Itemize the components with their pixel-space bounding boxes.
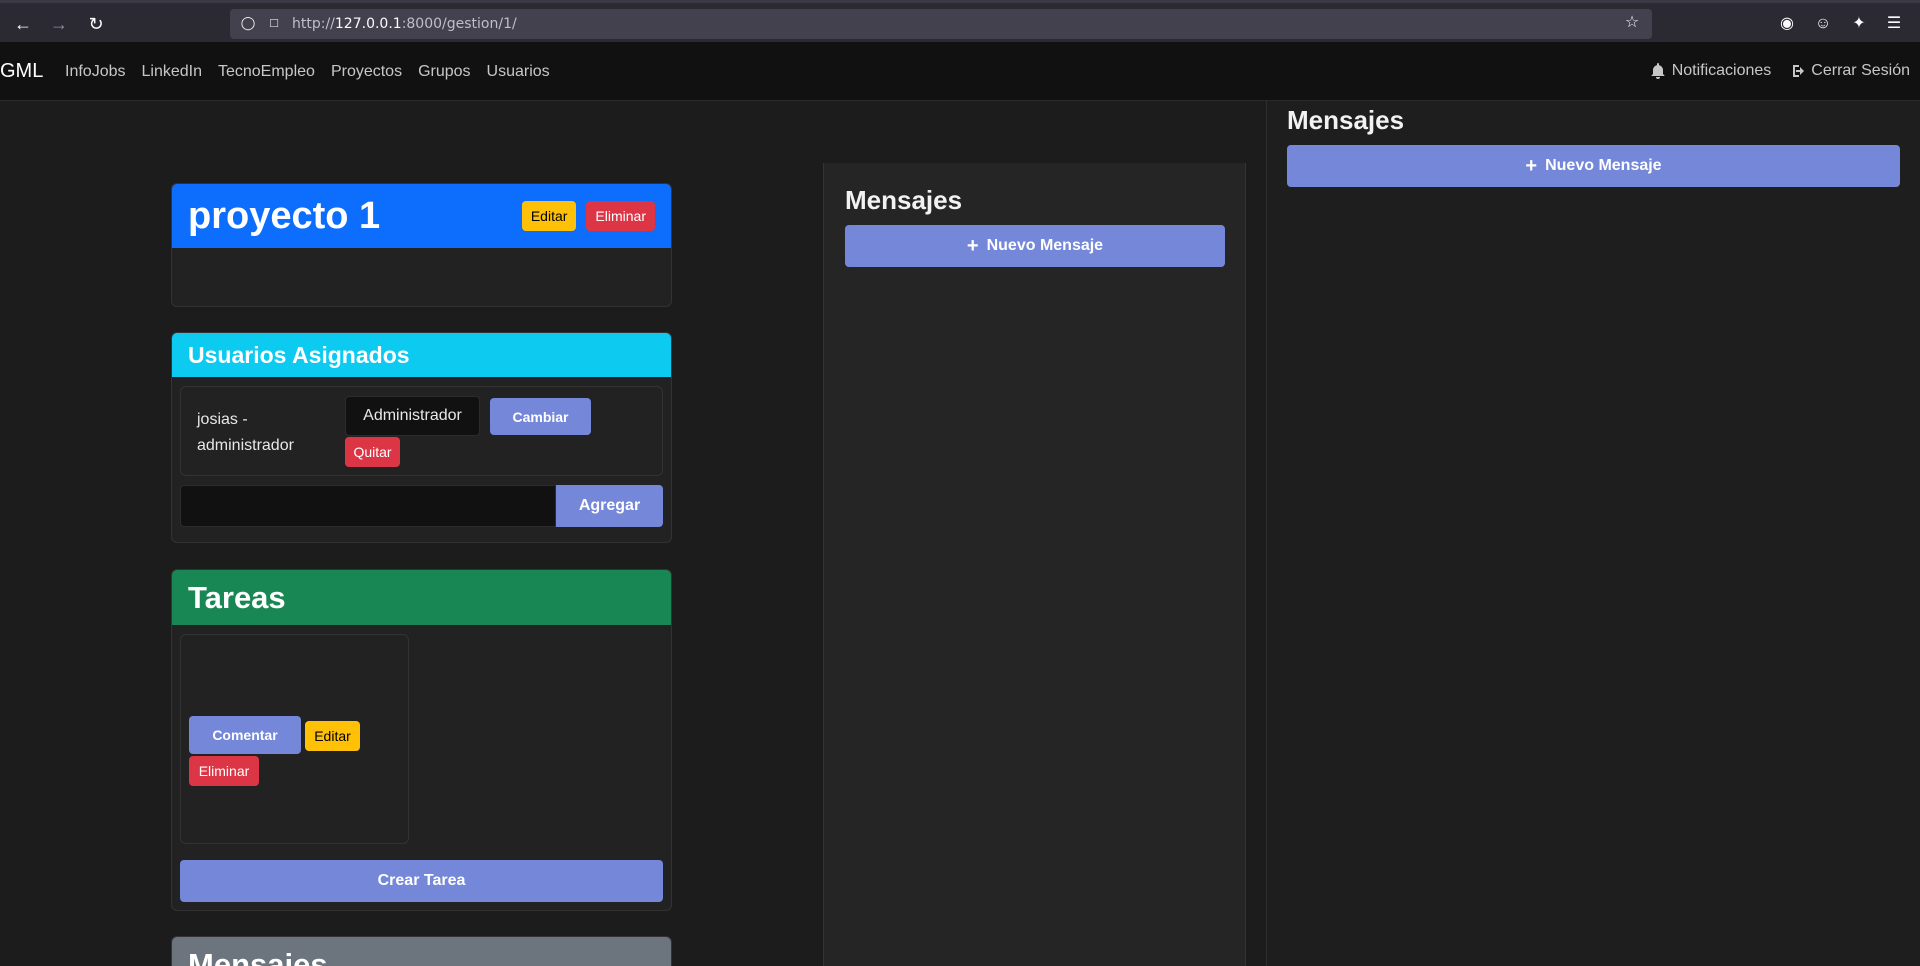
user-name: josias - administrador [197,411,294,454]
edit-task-button[interactable]: Editar [305,721,360,751]
add-user-button[interactable]: Agregar [556,485,663,527]
address-bar[interactable]: ◯ □ http://127.0.0.1:8000/gestion/1/ ☆ [230,9,1652,39]
mid-new-message-button[interactable]: + Nuevo Mensaje [845,225,1225,267]
url-path: :8000/gestion/1/ [401,16,517,32]
add-user-row: Agregar [180,485,663,527]
project-title: proyecto 1 [188,194,381,237]
url-host: 127.0.0.1 [334,16,402,32]
messages-card: Mensajes [171,936,672,966]
assigned-users-card: Usuarios Asignados josias - administrado… [171,332,672,543]
messages-card-title: Mensajes [188,947,328,966]
account-icon[interactable]: ☺ [1813,14,1833,34]
add-user-input[interactable] [180,485,556,527]
nav-link-grupos[interactable]: Grupos [418,63,470,81]
create-task-button[interactable]: Crear Tarea [180,860,663,902]
browser-toolbar: ← → ↻ ◯ □ http://127.0.0.1:8000/gestion/… [0,0,1920,42]
change-role-button[interactable]: Cambiar [490,398,591,435]
nav-link-infojobs[interactable]: InfoJobs [65,63,125,81]
nav-link-usuarios[interactable]: Usuarios [487,63,550,81]
logout-link[interactable]: Cerrar Sesión [1789,62,1910,80]
project-card-header: proyecto 1 Editar Eliminar [172,184,671,248]
tasks-header: Tareas [172,570,671,625]
mid-panel-title: Mensajes [845,185,963,215]
delete-task-button[interactable]: Eliminar [189,756,259,786]
delete-project-button[interactable]: Eliminar [586,201,655,231]
nav-link-linkedin[interactable]: LinkedIn [141,63,202,81]
shield-icon[interactable]: ◯ [240,15,256,31]
notifications-label: Notificaciones [1671,62,1772,79]
right-panel-title: Mensajes [1287,105,1405,135]
remove-user-button[interactable]: Quitar [345,437,400,467]
mid-messages-panel: Mensajes + Nuevo Mensaje [823,163,1246,966]
url-scheme: http:// [292,16,335,32]
edit-project-button[interactable]: Editar [521,201,577,231]
nav-right: Notificaciones Cerrar Sesión [1650,62,1910,80]
site-navbar: GML InfoJobs LinkedIn TecnoEmpleo Proyec… [0,42,1920,101]
back-icon[interactable]: ← [13,14,33,34]
bell-icon [1651,63,1665,79]
role-select[interactable]: Administrador [345,396,480,436]
page-icon[interactable]: □ [266,15,282,31]
plus-icon: + [966,234,979,257]
right-messages-panel: Mensajes + Nuevo Mensaje [1266,101,1920,966]
forward-icon[interactable]: → [49,14,69,34]
right-new-message-label: Nuevo Mensaje [1545,157,1662,174]
assigned-users-header: Usuarios Asignados [172,333,671,377]
tasks-card: Tareas Comentar Editar Eliminar Crear Ta… [171,569,672,911]
tasks-title: Tareas [188,579,286,615]
bookmark-star-icon[interactable]: ☆ [1624,15,1640,31]
comment-task-button[interactable]: Comentar [189,716,301,754]
nav-link-tecnoempleo[interactable]: TecnoEmpleo [218,63,315,81]
project-card: proyecto 1 Editar Eliminar [171,183,672,307]
task-item: Comentar Editar Eliminar [180,634,409,844]
nav-links: InfoJobs LinkedIn TecnoEmpleo Proyectos … [65,63,550,81]
notifications-link[interactable]: Notificaciones [1650,62,1772,80]
logout-label: Cerrar Sesión [1811,62,1910,79]
pocket-icon[interactable]: ◉ [1777,14,1797,34]
menu-icon[interactable]: ☰ [1884,14,1904,34]
logout-icon [1793,65,1805,77]
plus-icon: + [1525,154,1538,177]
user-row: josias - administrador Administrador Cam… [180,386,663,476]
brand-logo[interactable]: GML [0,60,43,83]
nav-link-proyectos[interactable]: Proyectos [331,63,402,81]
url-text[interactable]: http://127.0.0.1:8000/gestion/1/ [292,16,517,32]
extensions-icon[interactable]: ✦ [1849,14,1869,34]
right-new-message-button[interactable]: + Nuevo Mensaje [1287,145,1900,187]
mid-new-message-label: Nuevo Mensaje [986,237,1104,254]
messages-card-header: Mensajes [172,937,671,966]
reload-icon[interactable]: ↻ [86,14,106,34]
assigned-users-title: Usuarios Asignados [188,341,410,368]
